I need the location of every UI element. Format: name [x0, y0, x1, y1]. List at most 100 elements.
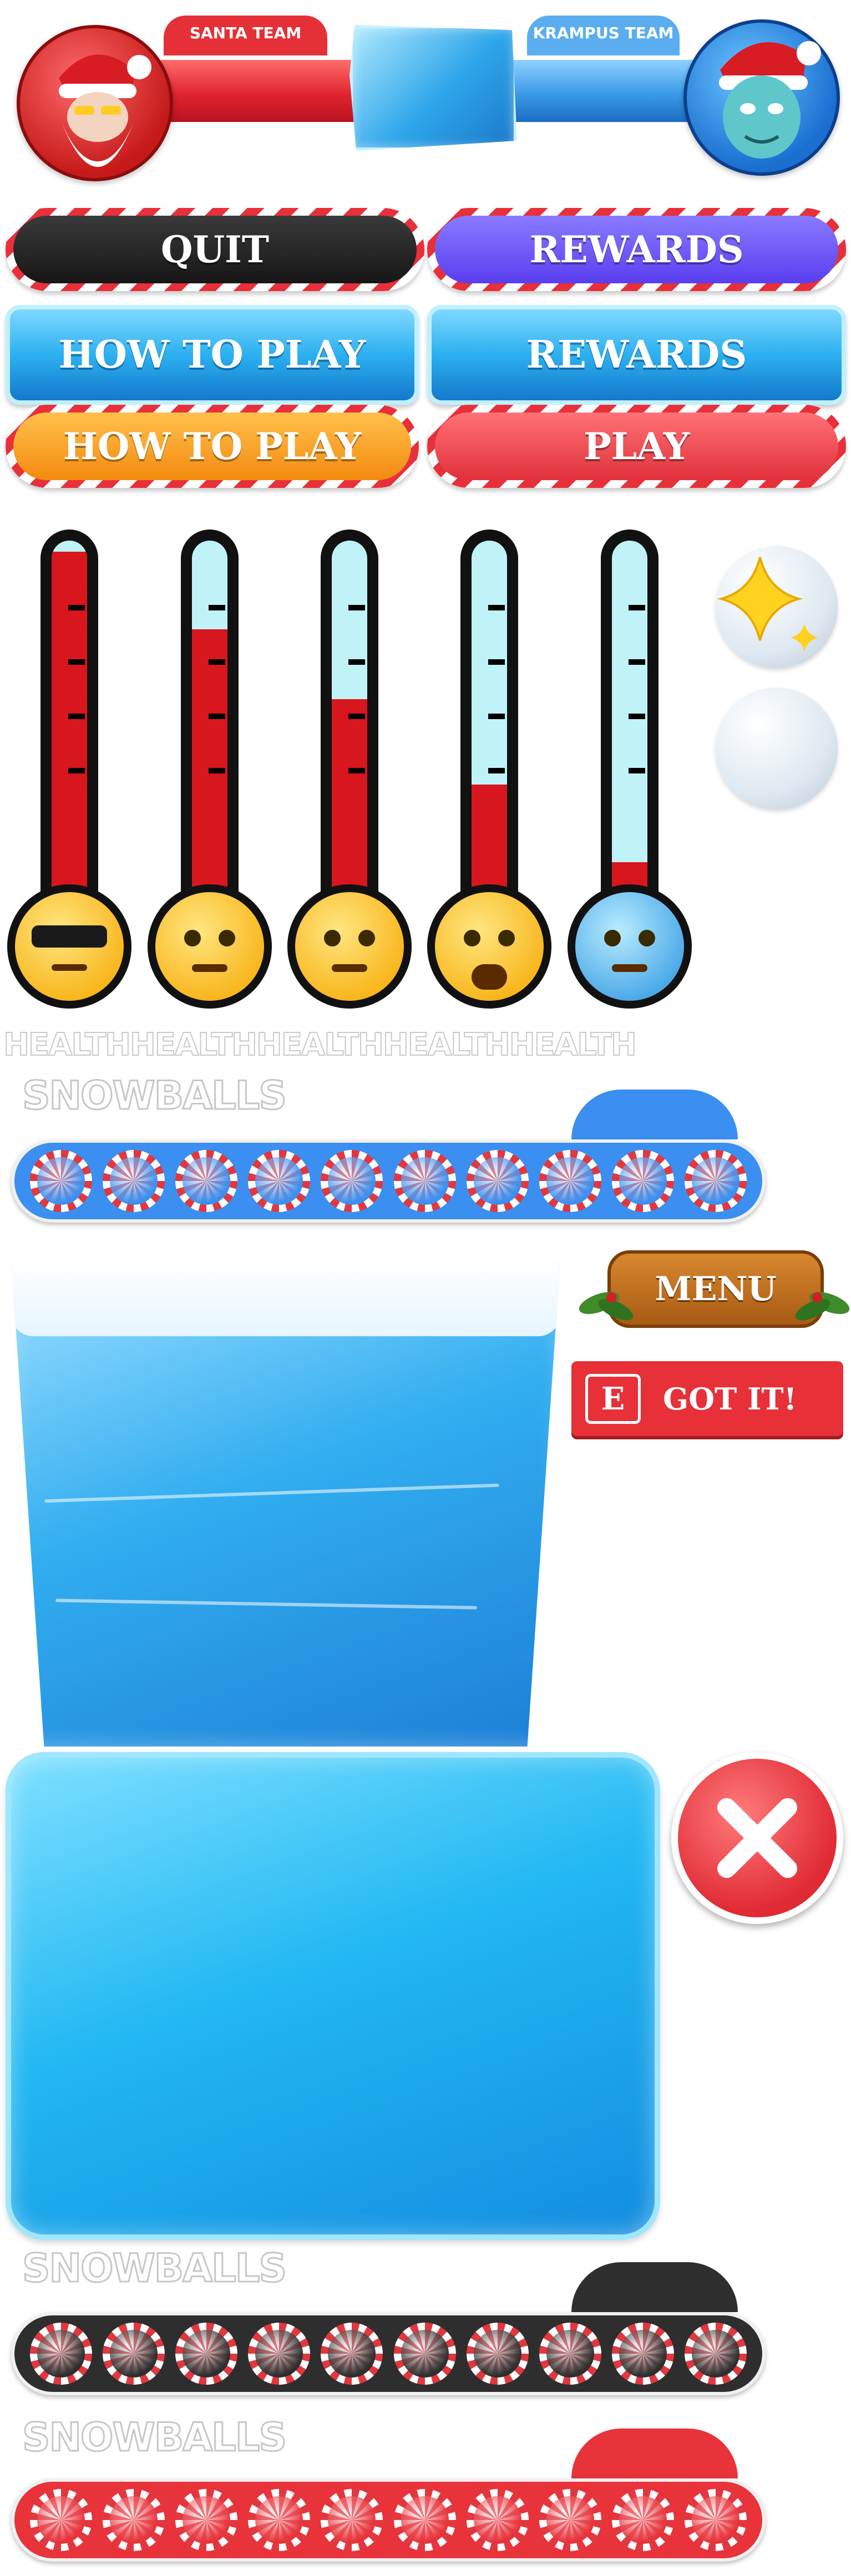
- thermometer-bulb: [287, 884, 412, 1009]
- thermometer-tick: [488, 714, 505, 719]
- snowball-slot-core: [328, 2496, 376, 2544]
- thermometer-tick: [629, 605, 645, 610]
- thermometer-tick: [68, 768, 85, 773]
- snowball-slot-core: [182, 2496, 230, 2544]
- snowballs-bar-blue: [11, 1139, 766, 1223]
- play-button[interactable]: PLAY: [427, 405, 846, 488]
- snowball-slot: [466, 2323, 529, 2385]
- snowball-slot-core: [619, 2496, 667, 2544]
- snowball-slot-core: [692, 2496, 740, 2544]
- snowball-slot: [685, 2323, 747, 2385]
- thermometer-glass: [332, 541, 367, 940]
- got-it-button[interactable]: E GOT IT!: [571, 1361, 843, 1436]
- snowball-slot: [466, 1150, 529, 1212]
- how-to-play-orange-button[interactable]: HOW TO PLAY: [6, 405, 419, 488]
- rewards-button-label: REWARDS: [435, 216, 838, 283]
- snowball-slot: [102, 2489, 165, 2551]
- snowball-slot: [393, 1150, 456, 1212]
- ice-crack: [44, 1483, 499, 1503]
- snowball-slot-core: [255, 1157, 303, 1205]
- how-to-play-ice-button[interactable]: HOW TO PLAY: [6, 305, 419, 405]
- snowball-slot: [539, 1150, 601, 1212]
- snowball-slot: [321, 2489, 383, 2551]
- thermometer-glass: [612, 541, 647, 940]
- thermometer-tick: [629, 714, 645, 719]
- got-it-label: GOT IT!: [663, 1381, 797, 1417]
- snowball-slot: [29, 1150, 92, 1212]
- thermometer-tick: [68, 605, 85, 610]
- holly-left-icon: [579, 1292, 634, 1321]
- snowball-slot-core: [255, 2496, 303, 2544]
- snowballs-bar-black: [11, 2312, 766, 2395]
- snowball-slot: [175, 2489, 237, 2551]
- thermometer-tick: [68, 659, 85, 665]
- thermometer-tick: [348, 605, 365, 610]
- snowballs-label-black: SNOWBALLS: [22, 2245, 288, 2292]
- thermometer-tick: [209, 714, 225, 719]
- thermometer: [148, 530, 272, 1029]
- ice-crack: [55, 1598, 477, 1610]
- santa-health-bar: [161, 60, 366, 122]
- santa-avatar: [17, 25, 173, 181]
- snowball-slot: [175, 1150, 237, 1212]
- thermometer-tick: [348, 714, 365, 719]
- thermometer-tick: [209, 768, 225, 773]
- snowballs-tab-blue: [571, 1090, 738, 1139]
- quit-button[interactable]: QUIT: [6, 208, 424, 291]
- sparkle-icon: [717, 557, 818, 651]
- snowball-slot-core: [182, 1157, 230, 1205]
- thermometer-tick: [629, 659, 645, 665]
- thermometer-tick: [68, 714, 85, 719]
- snowball-slot: [321, 1150, 383, 1212]
- snowball-slot: [685, 2489, 747, 2551]
- snowball-slot: [248, 1150, 311, 1212]
- snowball-slot-core: [37, 1157, 85, 1205]
- thermometer-tick: [348, 659, 365, 665]
- thermometer: [568, 530, 692, 1029]
- thermometer-tick: [348, 768, 365, 773]
- scream-emoji: [435, 892, 544, 1001]
- how-to-play-label: HOW TO PLAY: [13, 413, 411, 480]
- rewards-ice-button[interactable]: REWARDS: [427, 305, 846, 405]
- snowball-slot-core: [473, 2330, 521, 2378]
- krampus-face-icon: [719, 41, 821, 159]
- thermometer-glass: [192, 541, 227, 940]
- snowball-slot: [29, 2489, 92, 2551]
- thermometer-glass: [472, 541, 507, 940]
- snowball-slot-core: [255, 2330, 303, 2378]
- snowball-slot-core: [473, 2496, 521, 2544]
- center-ice-block: [349, 25, 517, 151]
- snowballs-tab-black: [571, 2262, 738, 2312]
- snowball-slot-core: [37, 2330, 85, 2378]
- thermometer: [427, 530, 551, 1029]
- snowballs-label-red: SNOWBALLS: [22, 2414, 288, 2461]
- snowball-slot-core: [546, 1157, 594, 1205]
- snowball-slot: [29, 2323, 92, 2385]
- snowball-slot-core: [37, 2496, 85, 2544]
- santa-face-icon: [59, 54, 151, 167]
- thermometer-tick: [629, 768, 645, 773]
- ice-panel-square: [6, 1752, 660, 2240]
- thermometer-bulb: [148, 884, 272, 1009]
- snowball-slot-core: [401, 2330, 449, 2378]
- thermometer: [7, 530, 131, 1029]
- snowball-slot-core: [401, 2496, 449, 2544]
- snowball-slot-core: [619, 2330, 667, 2378]
- sunglasses-emoji: [15, 892, 124, 1001]
- sweat-emoji: [155, 892, 264, 1001]
- krampus-team-label: KRAMPUS TEAM: [527, 16, 680, 55]
- close-button[interactable]: [671, 1752, 843, 1924]
- thermometer-tick: [488, 659, 505, 665]
- thermometer-glass: [52, 541, 87, 940]
- key-hint-e: E: [585, 1373, 641, 1424]
- rewards-button-purple[interactable]: REWARDS: [427, 208, 846, 291]
- snowball-slot-core: [109, 2496, 158, 2544]
- holly-right-icon: [795, 1292, 850, 1321]
- thermometer-bulb: [7, 884, 131, 1009]
- snowball-slot-core: [546, 2330, 594, 2378]
- thermometer: [287, 530, 412, 1029]
- thermometer-bulb: [427, 884, 551, 1009]
- snowball-slot-core: [619, 1157, 667, 1205]
- snowball-slot-core: [109, 2330, 158, 2378]
- snowballs-label-blue: SNOWBALLS: [22, 1072, 288, 1119]
